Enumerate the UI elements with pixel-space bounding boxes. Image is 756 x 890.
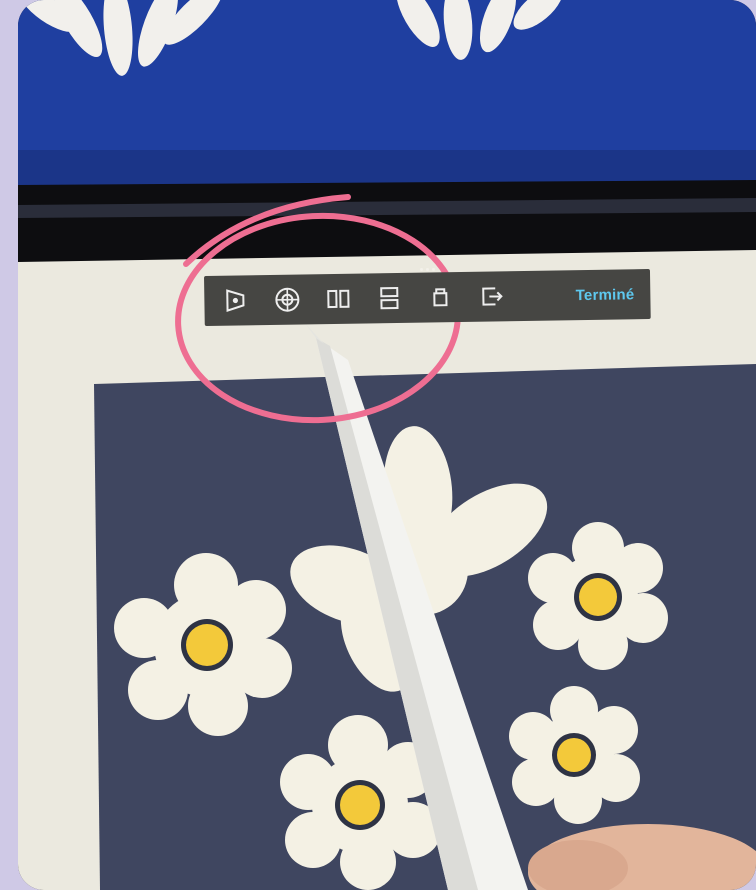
export-icon[interactable] xyxy=(471,276,512,317)
screenshot-frame: Terminé xyxy=(0,0,756,890)
distort-warp-icon[interactable] xyxy=(267,279,308,320)
photo xyxy=(18,0,756,890)
transform-toolbar: Terminé xyxy=(204,268,651,326)
perspective-crop-icon[interactable] xyxy=(216,280,257,321)
photo-scene xyxy=(18,0,756,890)
horizontal-split-icon[interactable] xyxy=(369,278,410,319)
lock-aspect-icon[interactable] xyxy=(420,277,461,318)
vertical-split-icon[interactable] xyxy=(318,279,359,320)
done-button[interactable]: Terminé xyxy=(576,286,635,304)
